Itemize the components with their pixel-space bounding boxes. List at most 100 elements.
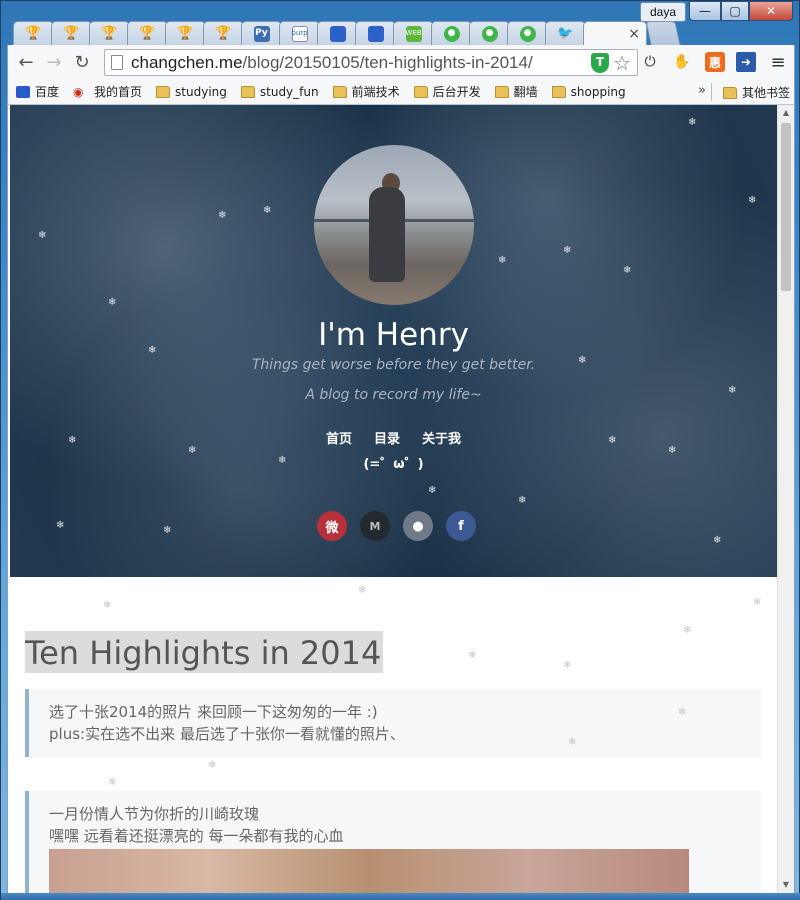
- url-text[interactable]: changchen.me/blog/20150105/ten-highlight…: [131, 53, 533, 73]
- folder-icon: [494, 85, 509, 98]
- folder-icon: [240, 85, 255, 98]
- minimize-button[interactable]: —: [689, 1, 721, 21]
- wechat-icon: ●: [481, 25, 498, 42]
- tab[interactable]: 🐾: [317, 21, 358, 45]
- trophy-icon: 🏆: [25, 26, 42, 41]
- tab[interactable]: ●: [431, 21, 472, 45]
- tab[interactable]: 🏆: [89, 21, 130, 45]
- bookmark-other-folder[interactable]: 其他书签: [722, 84, 790, 101]
- shield-extension-icon[interactable]: T: [591, 53, 609, 73]
- maximize-button[interactable]: ▢: [721, 1, 749, 21]
- web-icon: WEB: [405, 25, 422, 42]
- weibo-icon[interactable]: 微: [317, 511, 347, 541]
- bookmark-baidu[interactable]: 🐾 百度: [16, 83, 59, 100]
- bookmark-folder-frontend[interactable]: 前端技术: [332, 83, 400, 100]
- bookmark-label: 其他书签: [741, 86, 790, 100]
- tab[interactable]: ●: [507, 21, 548, 45]
- tab[interactable]: ●: [469, 21, 510, 45]
- trophy-icon: 🏆: [63, 26, 80, 41]
- bookmark-label: 后台开发: [432, 85, 481, 99]
- bookmarks-divider: [711, 83, 712, 101]
- intro-line: plus:实在选不出来 最后选了十张你一看就懂的照片、: [49, 725, 405, 743]
- folder-icon: [413, 85, 428, 98]
- tab[interactable]: burp: [279, 21, 320, 45]
- bookmark-label: shopping: [570, 84, 626, 99]
- github-icon[interactable]: ●: [403, 511, 433, 541]
- bookmark-folder-study-fun[interactable]: study_fun: [240, 84, 319, 99]
- wechat-icon: ●: [519, 25, 536, 42]
- social-links: 微 M ● f: [317, 511, 476, 541]
- bookmark-label: 翻墙: [513, 85, 538, 99]
- tab[interactable]: 🐦: [545, 21, 586, 45]
- folder-icon: [551, 85, 566, 98]
- scroll-up-arrow-icon[interactable]: ▲: [778, 105, 794, 121]
- forward-extension-icon[interactable]: ➜: [736, 52, 756, 72]
- scrollbar-thumb[interactable]: [781, 123, 791, 291]
- snowflake-icon: ❄: [103, 600, 112, 611]
- bird-icon: 🐦: [557, 26, 574, 41]
- profile-badge[interactable]: daya: [640, 2, 686, 22]
- folder-icon: [156, 85, 171, 98]
- back-button[interactable]: ←: [12, 48, 40, 76]
- power-icon[interactable]: ⏻: [640, 52, 660, 72]
- tab[interactable]: 🏆: [165, 21, 206, 45]
- bookmark-weibo[interactable]: ◉ 我的首页: [73, 83, 142, 100]
- nav-archive-link[interactable]: 目录: [374, 428, 400, 447]
- window-controls: — ▢ ✕: [689, 1, 793, 23]
- nav-about-link[interactable]: 关于我: [422, 428, 461, 447]
- tab[interactable]: 🏆: [203, 21, 244, 45]
- vertical-scrollbar[interactable]: ▲ ▼: [777, 105, 794, 893]
- bookmark-folder-backend[interactable]: 后台开发: [413, 83, 481, 100]
- toolbar: ← → ↻ changchen.me/blog/20150105/ten-hig…: [7, 45, 795, 79]
- tab[interactable]: 🐾: [355, 21, 396, 45]
- tab[interactable]: 🏆: [51, 21, 92, 45]
- tab[interactable]: 🏆: [13, 21, 54, 45]
- forward-button[interactable]: →: [40, 48, 68, 76]
- tab-active[interactable]: ×: [583, 21, 647, 45]
- new-tab-button[interactable]: [645, 21, 681, 45]
- bookmarks-overflow-chevron[interactable]: »: [698, 83, 706, 98]
- bookmark-label: 百度: [35, 85, 60, 99]
- facebook-icon[interactable]: f: [446, 511, 476, 541]
- site-nav: 首页 目录 关于我: [10, 428, 777, 447]
- highlight-item-quote: 一月份情人节为你折的川崎玫瑰 嘿嘿 远看着还挺漂亮的 每一朵都有我的心血: [25, 791, 761, 893]
- deals-extension-icon[interactable]: 惠: [705, 52, 725, 72]
- hero-header: I'm Henry Things get worse before they g…: [10, 105, 777, 577]
- highlight-photo: [49, 849, 689, 893]
- bookmark-folder-proxy[interactable]: 翻墙: [494, 83, 538, 100]
- hand-extension-icon[interactable]: ✋: [672, 52, 692, 72]
- nav-home-link[interactable]: 首页: [326, 428, 352, 447]
- trophy-icon: 🏆: [177, 26, 194, 41]
- close-button[interactable]: ✕: [749, 1, 793, 21]
- menu-icon[interactable]: ≡: [768, 52, 788, 73]
- mail-icon[interactable]: M: [360, 511, 390, 541]
- nav-emoticon-link[interactable]: (=゜ω゜): [10, 453, 777, 472]
- highlight-caption: 嘿嘿 远看着还挺漂亮的 每一朵都有我的心血: [49, 827, 344, 845]
- tab-close-icon[interactable]: ×: [628, 26, 640, 42]
- trophy-icon: 🏆: [101, 26, 118, 41]
- post-title: Ten Highlights in 2014: [25, 631, 384, 673]
- baidu-paw-icon: 🐾: [367, 25, 384, 42]
- tab[interactable]: Py: [241, 21, 282, 45]
- bookmark-label: 前端技术: [351, 85, 400, 99]
- tab[interactable]: 🏆: [127, 21, 168, 45]
- trophy-icon: 🏆: [215, 26, 232, 41]
- reload-button[interactable]: ↻: [68, 48, 96, 76]
- folder-icon: [722, 86, 737, 99]
- site-title: I'm Henry: [318, 317, 469, 353]
- scroll-down-arrow-icon[interactable]: ▼: [778, 877, 794, 893]
- site-tagline: Things get worse before they get better.: [251, 357, 536, 373]
- highlight-caption: 一月份情人节为你折的川崎玫瑰: [49, 805, 260, 823]
- address-bar[interactable]: changchen.me/blog/20150105/ten-highlight…: [104, 49, 638, 76]
- bookmark-label: study_fun: [259, 84, 319, 99]
- trophy-icon: 🏆: [139, 26, 156, 41]
- bookmark-star-icon[interactable]: ☆: [613, 51, 631, 75]
- bookmark-folder-shopping[interactable]: shopping: [551, 84, 626, 99]
- intro-line: 选了十张2014的照片 来回顾一下这匆匆的一年 :): [49, 703, 378, 721]
- post-intro-quote: 选了十张2014的照片 来回顾一下这匆匆的一年 :) plus:实在选不出来 最…: [25, 689, 761, 757]
- bookmark-folder-studying[interactable]: studying: [156, 85, 227, 99]
- snowflake-icon: ❄: [753, 597, 762, 608]
- tab-strip: 🏆 🏆 🏆 🏆 🏆 🏆 Py burp 🐾 🐾 WEB ● ● ● 🐦 ×: [13, 21, 681, 45]
- tab[interactable]: WEB: [393, 21, 434, 45]
- folder-icon: [332, 85, 347, 98]
